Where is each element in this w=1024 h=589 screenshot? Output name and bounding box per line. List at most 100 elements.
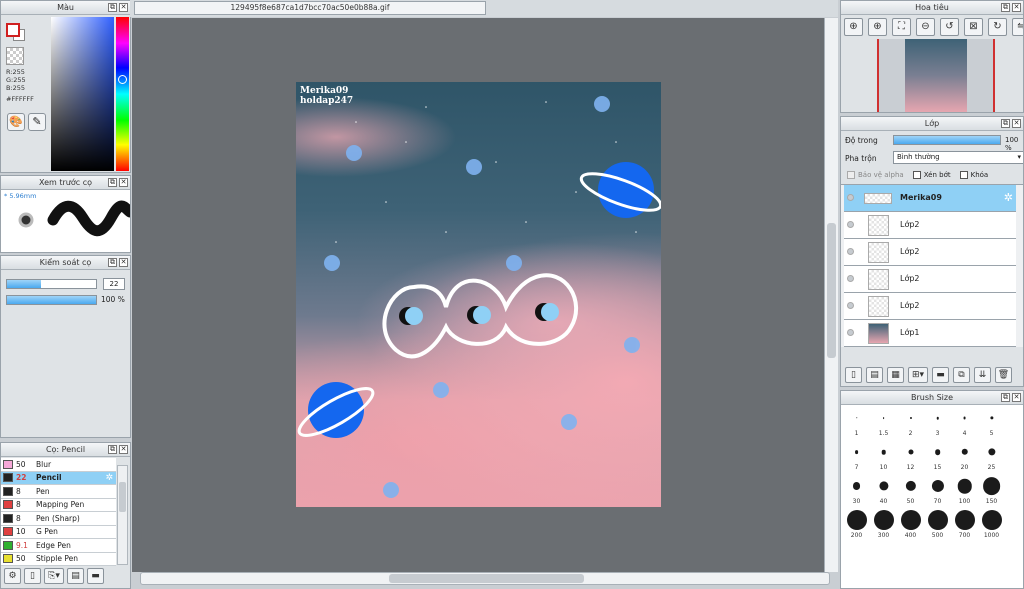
layer-row[interactable]: Lớp2 <box>844 266 1016 293</box>
brush-size-option[interactable]: 1.5 <box>870 406 897 440</box>
panel-menu-icon[interactable]: ⧉ <box>108 258 117 267</box>
brush-size-input[interactable]: 22 <box>103 278 125 290</box>
layer-row[interactable]: Merika09 ✲ <box>844 185 1016 212</box>
brush-size-option[interactable]: 700 <box>951 508 978 542</box>
brush-size-option[interactable]: 500 <box>924 508 951 542</box>
artwork-canvas[interactable]: Merika09 holdap247 <box>296 82 661 507</box>
vertical-scrollbar[interactable] <box>824 18 838 572</box>
layer-row[interactable]: Lớp2 <box>844 239 1016 266</box>
panel-menu-icon[interactable]: ⧉ <box>108 445 117 454</box>
hue-slider[interactable] <box>116 17 129 171</box>
close-icon[interactable]: ✕ <box>1012 393 1021 402</box>
copy-brush-icon[interactable]: ⎘▾ <box>44 568 64 584</box>
clip-checkbox[interactable]: Xén bớt <box>912 171 951 179</box>
layer-opacity-slider[interactable] <box>893 135 1001 145</box>
brush-list-item[interactable]: 8 Pen (Sharp) <box>1 512 116 526</box>
brush-size-option[interactable]: 7 <box>843 440 870 474</box>
visibility-icon[interactable] <box>847 194 854 201</box>
brush-size-option[interactable]: 1000 <box>978 508 1005 542</box>
horizontal-scrollbar[interactable] <box>140 572 830 585</box>
new-brush-icon[interactable]: ▯ <box>24 568 41 584</box>
brush-size-option[interactable]: 2 <box>897 406 924 440</box>
close-icon[interactable]: ✕ <box>119 258 128 267</box>
brush-settings-icon[interactable]: ⚙ <box>4 568 21 584</box>
blend-mode-select[interactable]: Bình thường ▾ <box>893 151 1023 164</box>
brush-size-option[interactable]: 200 <box>843 508 870 542</box>
panel-menu-icon[interactable]: ⧉ <box>1001 3 1010 12</box>
brush-size-option[interactable]: 50 <box>897 474 924 508</box>
brush-list-item[interactable]: 10 G Pen <box>1 525 116 539</box>
document-tab[interactable]: 129495f8e687ca1d7bcc70ac50e0b88a.gif <box>134 1 486 15</box>
new-halftone-layer-icon[interactable]: ▦ <box>887 367 904 383</box>
color-picker-icon[interactable]: ✎ <box>28 113 46 131</box>
layer-row[interactable]: Lớp2 <box>844 293 1016 320</box>
navigator-preview[interactable] <box>877 39 995 112</box>
brush-size-option[interactable]: 100 <box>951 474 978 508</box>
panel-menu-icon[interactable]: ⧉ <box>1001 119 1010 128</box>
brush-list-item[interactable]: 50 Blur <box>1 458 116 472</box>
brush-size-option[interactable]: 150 <box>978 474 1005 508</box>
gear-icon[interactable]: ✲ <box>1004 191 1013 204</box>
brush-size-option[interactable]: 30 <box>843 474 870 508</box>
brush-size-option[interactable]: 12 <box>897 440 924 474</box>
brush-list-item[interactable]: 50 Stipple Pen <box>1 552 116 566</box>
new-folder-icon[interactable]: ▬ <box>932 367 949 383</box>
brush-list-item[interactable]: 9.1 Edge Pen <box>1 539 116 553</box>
brush-size-option[interactable]: 20 <box>951 440 978 474</box>
reset-view-icon[interactable]: ⊠ <box>964 18 983 36</box>
zoom-in-icon[interactable]: ⊕ <box>868 18 887 36</box>
add-layer-menu-icon[interactable]: ⊞▾ <box>908 367 928 383</box>
fit-screen-icon[interactable]: ⛶ <box>892 18 911 36</box>
new-vector-layer-icon[interactable]: ▤ <box>866 367 883 383</box>
delete-layer-icon[interactable]: 🗑 <box>995 367 1012 383</box>
protect-alpha-checkbox[interactable]: Bảo vệ alpha <box>847 171 904 179</box>
brush-list-item[interactable]: 8 Mapping Pen <box>1 498 116 512</box>
brush-size-option[interactable]: 10 <box>870 440 897 474</box>
brush-size-option[interactable]: 1 <box>843 406 870 440</box>
brush-size-option[interactable]: 5 <box>978 406 1005 440</box>
visibility-icon[interactable] <box>847 275 854 282</box>
transparent-color-swatch[interactable] <box>6 47 24 65</box>
brush-size-option[interactable]: 70 <box>924 474 951 508</box>
brush-properties-icon[interactable]: ▤ <box>67 568 84 584</box>
brush-size-option[interactable]: 400 <box>897 508 924 542</box>
brush-list-item[interactable]: 8 Pen <box>1 485 116 499</box>
visibility-icon[interactable] <box>847 248 854 255</box>
close-icon[interactable]: ✕ <box>119 3 128 12</box>
palette-icon[interactable]: 🎨 <box>7 113 25 131</box>
merge-layer-icon[interactable]: ⇊ <box>974 367 991 383</box>
foreground-color-swatch[interactable] <box>6 23 20 37</box>
rotate-right-icon[interactable]: ↻ <box>988 18 1007 36</box>
layer-row[interactable]: Lớp1 <box>844 320 1016 347</box>
lock-checkbox[interactable]: Khóa <box>959 171 988 179</box>
new-layer-icon[interactable]: ▯ <box>845 367 862 383</box>
flip-icon[interactable]: ⇋ <box>1012 18 1023 36</box>
gear-icon[interactable]: ✲ <box>105 473 113 483</box>
close-icon[interactable]: ✕ <box>119 445 128 454</box>
panel-menu-icon[interactable]: ⧉ <box>108 178 117 187</box>
brush-size-option[interactable]: 4 <box>951 406 978 440</box>
close-icon[interactable]: ✕ <box>1012 3 1021 12</box>
panel-menu-icon[interactable]: ⧉ <box>1001 393 1010 402</box>
brush-size-option[interactable]: 3 <box>924 406 951 440</box>
saturation-value-field[interactable] <box>51 17 114 171</box>
brush-size-option[interactable]: 25 <box>978 440 1005 474</box>
brush-size-option[interactable]: 40 <box>870 474 897 508</box>
brush-list-item[interactable]: 22 Pencil ✲ <box>1 471 116 485</box>
visibility-icon[interactable] <box>847 329 854 336</box>
horizontal-scroll-thumb[interactable] <box>389 574 584 583</box>
visibility-icon[interactable] <box>847 221 854 228</box>
brush-folder-icon[interactable]: ▬ <box>87 568 104 584</box>
visibility-icon[interactable] <box>847 302 854 309</box>
close-icon[interactable]: ✕ <box>119 178 128 187</box>
panel-menu-icon[interactable]: ⧉ <box>108 3 117 12</box>
zoom-in-icon[interactable]: ⊕ <box>844 18 863 36</box>
hue-knob[interactable] <box>118 75 127 84</box>
vertical-scroll-thumb[interactable] <box>827 223 836 358</box>
brush-size-slider[interactable] <box>6 279 97 289</box>
brush-size-option[interactable]: 300 <box>870 508 897 542</box>
close-icon[interactable]: ✕ <box>1012 119 1021 128</box>
duplicate-layer-icon[interactable]: ⧉ <box>953 367 970 383</box>
layer-row[interactable]: Lớp2 <box>844 212 1016 239</box>
brush-size-option[interactable]: 15 <box>924 440 951 474</box>
